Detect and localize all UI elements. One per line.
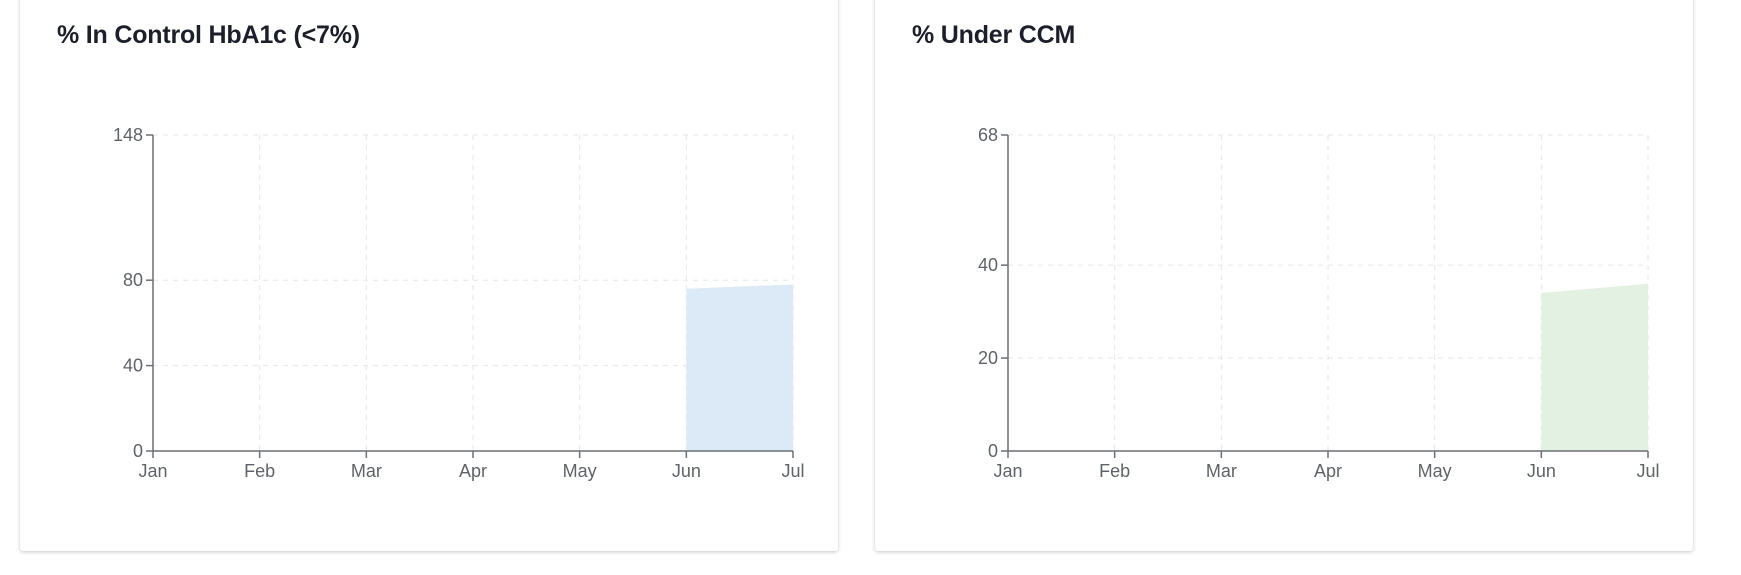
x-tick-label: Jun xyxy=(1527,461,1556,481)
y-tick-label: 0 xyxy=(133,441,143,461)
x-tick-label: Jul xyxy=(781,461,804,481)
x-tick-label: May xyxy=(563,461,597,481)
y-tick-label: 80 xyxy=(123,270,143,290)
chart-ccm: 0 20 40 68 Jan Feb Mar Apr May Jun Jul xyxy=(978,125,1660,481)
x-tick-label: Apr xyxy=(1314,461,1342,481)
x-tick-label: Mar xyxy=(1206,461,1237,481)
x-tick-label: Feb xyxy=(244,461,275,481)
chart-hba1c: 0 40 80 148 Jan Feb Mar Apr May Jun Jul xyxy=(113,125,805,481)
area-series xyxy=(1541,283,1648,451)
y-tick-label: 0 xyxy=(988,441,998,461)
area-series xyxy=(686,284,793,451)
x-tick-label: Feb xyxy=(1099,461,1130,481)
y-tick-label: 20 xyxy=(978,348,998,368)
chart-card-hba1c: % In Control HbA1c (<7%) 0 40 80 148 Jan Feb M… xyxy=(20,0,838,551)
y-tick-label: 40 xyxy=(978,255,998,275)
y-tick-label: 148 xyxy=(113,125,143,145)
y-tick-label: 40 xyxy=(123,356,143,376)
x-tick-label: Jan xyxy=(138,461,167,481)
chart-card-ccm: % Under CCM 0 20 40 68 Jan Feb Mar Apr May Jun Jul xyxy=(875,0,1693,551)
x-tick-label: Jul xyxy=(1636,461,1659,481)
x-tick-label: Mar xyxy=(351,461,382,481)
x-tick-label: Apr xyxy=(459,461,487,481)
x-tick-label: May xyxy=(1418,461,1452,481)
y-tick-label: 68 xyxy=(978,125,998,145)
x-tick-label: Jan xyxy=(993,461,1022,481)
x-tick-label: Jun xyxy=(672,461,701,481)
